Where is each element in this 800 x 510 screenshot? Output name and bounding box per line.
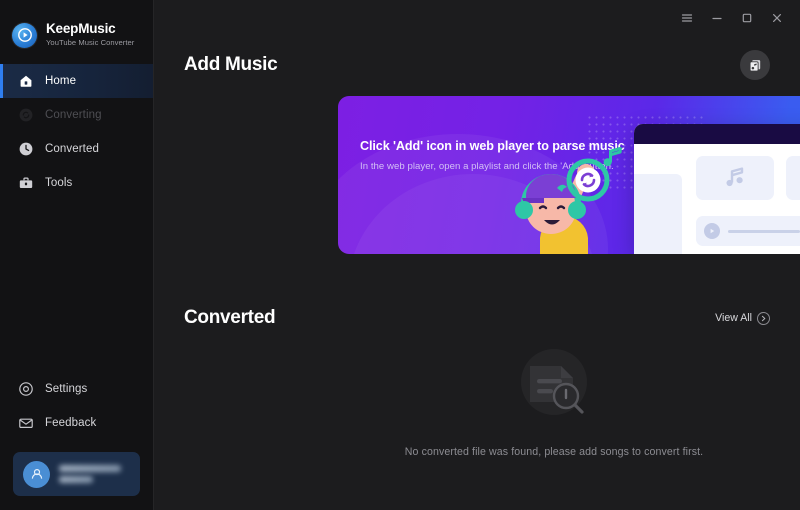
account-card[interactable] [13,452,140,496]
user-avatar-icon [23,460,50,488]
mockup-music-card [696,156,774,200]
add-music-header: Add Music [154,48,800,82]
add-music-banner[interactable]: Click 'Add' icon in web player to parse … [338,96,800,254]
mockup-player-bar [696,216,800,246]
page-title: Add Music [184,54,278,75]
music-library-icon[interactable] [740,50,770,80]
sidebar-item-label: Tools [45,177,73,189]
sidebar-bottom: Settings Feedback [0,372,153,510]
mockup-seek-bar [728,229,800,233]
sidebar-item-label: Converted [45,143,99,155]
account-plan-redacted [59,476,93,483]
mockup-music-card [786,156,800,200]
sidebar-item-label: Home [45,75,77,87]
brand-name: KeepMusic [46,21,116,36]
converted-title: Converted [184,307,276,328]
window-controls [600,0,800,36]
close-icon[interactable] [764,6,790,30]
chevron-right-icon [757,311,770,325]
mockup-titlebar [634,124,800,144]
mockup-card-row [696,156,800,200]
character-illustration [504,140,654,254]
toolbox-icon [18,175,34,191]
brand-tagline: YouTube Music Converter [46,38,135,47]
brand: KeepMusic YouTube Music Converter [0,0,153,56]
sidebar-item-label: Settings [45,383,88,395]
sidebar-nav: Home Converting Converted Tools [0,64,153,200]
sidebar: KeepMusic YouTube Music Converter Home C… [0,0,154,510]
play-circle-icon [12,22,37,48]
sidebar-item-feedback[interactable]: Feedback [0,406,153,440]
play-icon [704,223,720,239]
refresh-circle-icon [18,107,34,123]
sidebar-item-home[interactable]: Home [0,64,153,98]
empty-state-message: No converted file was found, please add … [404,446,704,458]
file-search-icon [513,346,595,428]
sidebar-item-converting[interactable]: Converting [0,98,153,132]
envelope-icon [18,415,34,431]
sidebar-item-label: Feedback [45,417,97,429]
mockup-body [634,144,800,254]
sidebar-item-converted[interactable]: Converted [0,132,153,166]
account-info [59,465,130,483]
web-player-mockup [634,124,800,254]
minimize-icon[interactable] [704,6,730,30]
home-icon [18,73,34,89]
sidebar-item-tools[interactable]: Tools [0,166,153,200]
hamburger-menu-icon[interactable] [674,6,700,30]
converted-empty-state: No converted file was found, please add … [338,346,770,458]
main-content: Add Music Click 'Add' icon in web player… [154,0,800,510]
gear-circle-icon [18,381,34,397]
view-all-link[interactable]: View All [715,311,770,325]
sidebar-item-settings[interactable]: Settings [0,372,153,406]
music-note-icon [726,167,744,187]
app-window: KeepMusic YouTube Music Converter Home C… [0,0,800,510]
maximize-icon[interactable] [734,6,760,30]
view-all-label: View All [715,312,752,324]
sidebar-item-label: Converting [45,109,102,121]
converted-header: Converted View All [154,302,800,334]
clock-icon [18,141,34,157]
account-name-redacted [59,465,121,472]
